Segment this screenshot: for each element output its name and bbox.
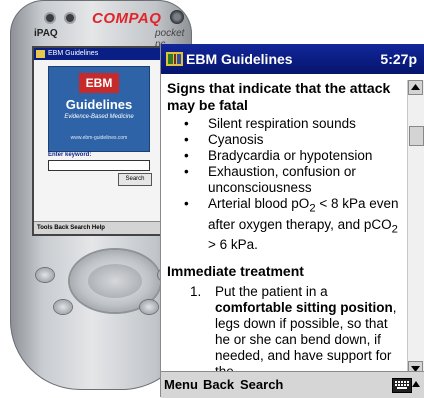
bullet-icon: • — [184, 164, 189, 179]
blood-gas-text: > 6 kPa. — [208, 237, 258, 253]
navigation-pad[interactable] — [88, 264, 142, 298]
section-heading: Signs that indicate that the attack may … — [167, 80, 391, 113]
list-item: • Cyanosis — [167, 132, 399, 148]
menu-back[interactable]: Back — [203, 377, 234, 392]
brand-logo: COMPAQ — [92, 10, 162, 27]
ebm-book-icon — [36, 50, 45, 58]
list-item: 1. Put the patient in a comfortable sitti… — [167, 284, 399, 376]
bullet-icon: • — [184, 148, 189, 163]
list-item-text: Cyanosis — [208, 132, 264, 147]
list-item: • Exhaustion, confusion or unconsciousnes… — [167, 164, 399, 196]
section-heading: Immediate treatment — [167, 263, 304, 280]
sip-up-arrow-icon[interactable] — [411, 380, 421, 390]
search-button[interactable]: Search — [118, 173, 152, 186]
bullet-icon: • — [184, 116, 189, 131]
model-name: iPAQ — [34, 28, 58, 39]
subscript: 2 — [391, 223, 398, 236]
list-item-text: Exhaustion, confusion or unconsciousness — [208, 164, 356, 195]
bullet-icon: • — [184, 132, 189, 147]
ebm-logo-badge: EBM — [79, 73, 119, 93]
device-screen-titlebar: EBM Guidelines 1: — [34, 48, 176, 60]
scroll-up-button[interactable] — [408, 80, 423, 95]
hardware-button[interactable] — [36, 268, 54, 282]
device-screen: EBM Guidelines 1: EBM Guidelines Evidenc… — [32, 46, 178, 236]
list-item: • Bradycardia or hypotension — [167, 148, 399, 164]
device-screen-menubar[interactable]: Tools Back Search Help — [34, 221, 176, 234]
list-item: • Arterial blood pO2 < 8 kPa even after o… — [167, 196, 399, 253]
sign-list: • Silent respiration sounds • Cyanosis • Br… — [167, 116, 399, 253]
ebm-logo: EBM Guidelines Evidence-Based Medicine w… — [48, 66, 150, 152]
article-content: Signs that indicate that the attack may … — [167, 80, 399, 376]
keyword-input[interactable] — [48, 160, 150, 171]
bullet-icon: • — [184, 196, 189, 211]
blood-gas-text: Arterial blood pO — [208, 196, 310, 211]
ebm-logo-title: Guidelines — [65, 97, 133, 112]
ebm-logo-url: www.ebm-guidelines.com — [70, 135, 128, 141]
step-emphasis: comfortable sitting position — [215, 300, 393, 316]
vertical-scrollbar[interactable] — [407, 80, 424, 376]
menu-menu[interactable]: Menu — [164, 377, 198, 392]
ebm-logo-subtitle: Evidence-Based Medicine — [64, 114, 134, 120]
list-item-text: Silent respiration sounds — [208, 116, 356, 131]
step-text: Put the patient in a — [215, 284, 328, 300]
treatment-section: Immediate treatment 1. Put the patient in… — [167, 263, 399, 376]
device-screen-title: EBM Guidelines — [48, 50, 99, 57]
sensor-light — [46, 14, 54, 22]
clock[interactable]: 5:27p — [380, 51, 417, 67]
treatment-steps: 1. Put the patient in a comfortable sitti… — [167, 284, 399, 376]
list-item-text: Arterial blood pO2 < 8 kPa even after ox… — [208, 196, 399, 252]
step-number: 1. — [190, 284, 202, 300]
title-bar: EBM Guidelines 5:27p — [161, 44, 424, 74]
ebm-book-icon[interactable] — [166, 51, 183, 67]
hardware-button[interactable] — [54, 300, 72, 314]
app-title: EBM Guidelines — [186, 51, 293, 67]
pocketpc-screen: EBM Guidelines 5:27p Signs that indicate… — [160, 44, 424, 398]
sensor-light — [66, 14, 74, 22]
keyword-label: Enter keyword: — [48, 152, 92, 158]
scroll-thumb[interactable] — [409, 126, 424, 146]
menu-bar: Menu Back Search — [161, 371, 424, 398]
menu-search[interactable]: Search — [240, 377, 283, 392]
list-item-text: Bradycardia or hypotension — [208, 148, 373, 163]
triangle-up-icon — [411, 84, 420, 90]
list-item: • Silent respiration sounds — [167, 116, 399, 132]
hardware-button[interactable] — [140, 300, 158, 314]
power-button[interactable] — [170, 10, 184, 24]
keyboard-icon[interactable] — [392, 378, 412, 393]
